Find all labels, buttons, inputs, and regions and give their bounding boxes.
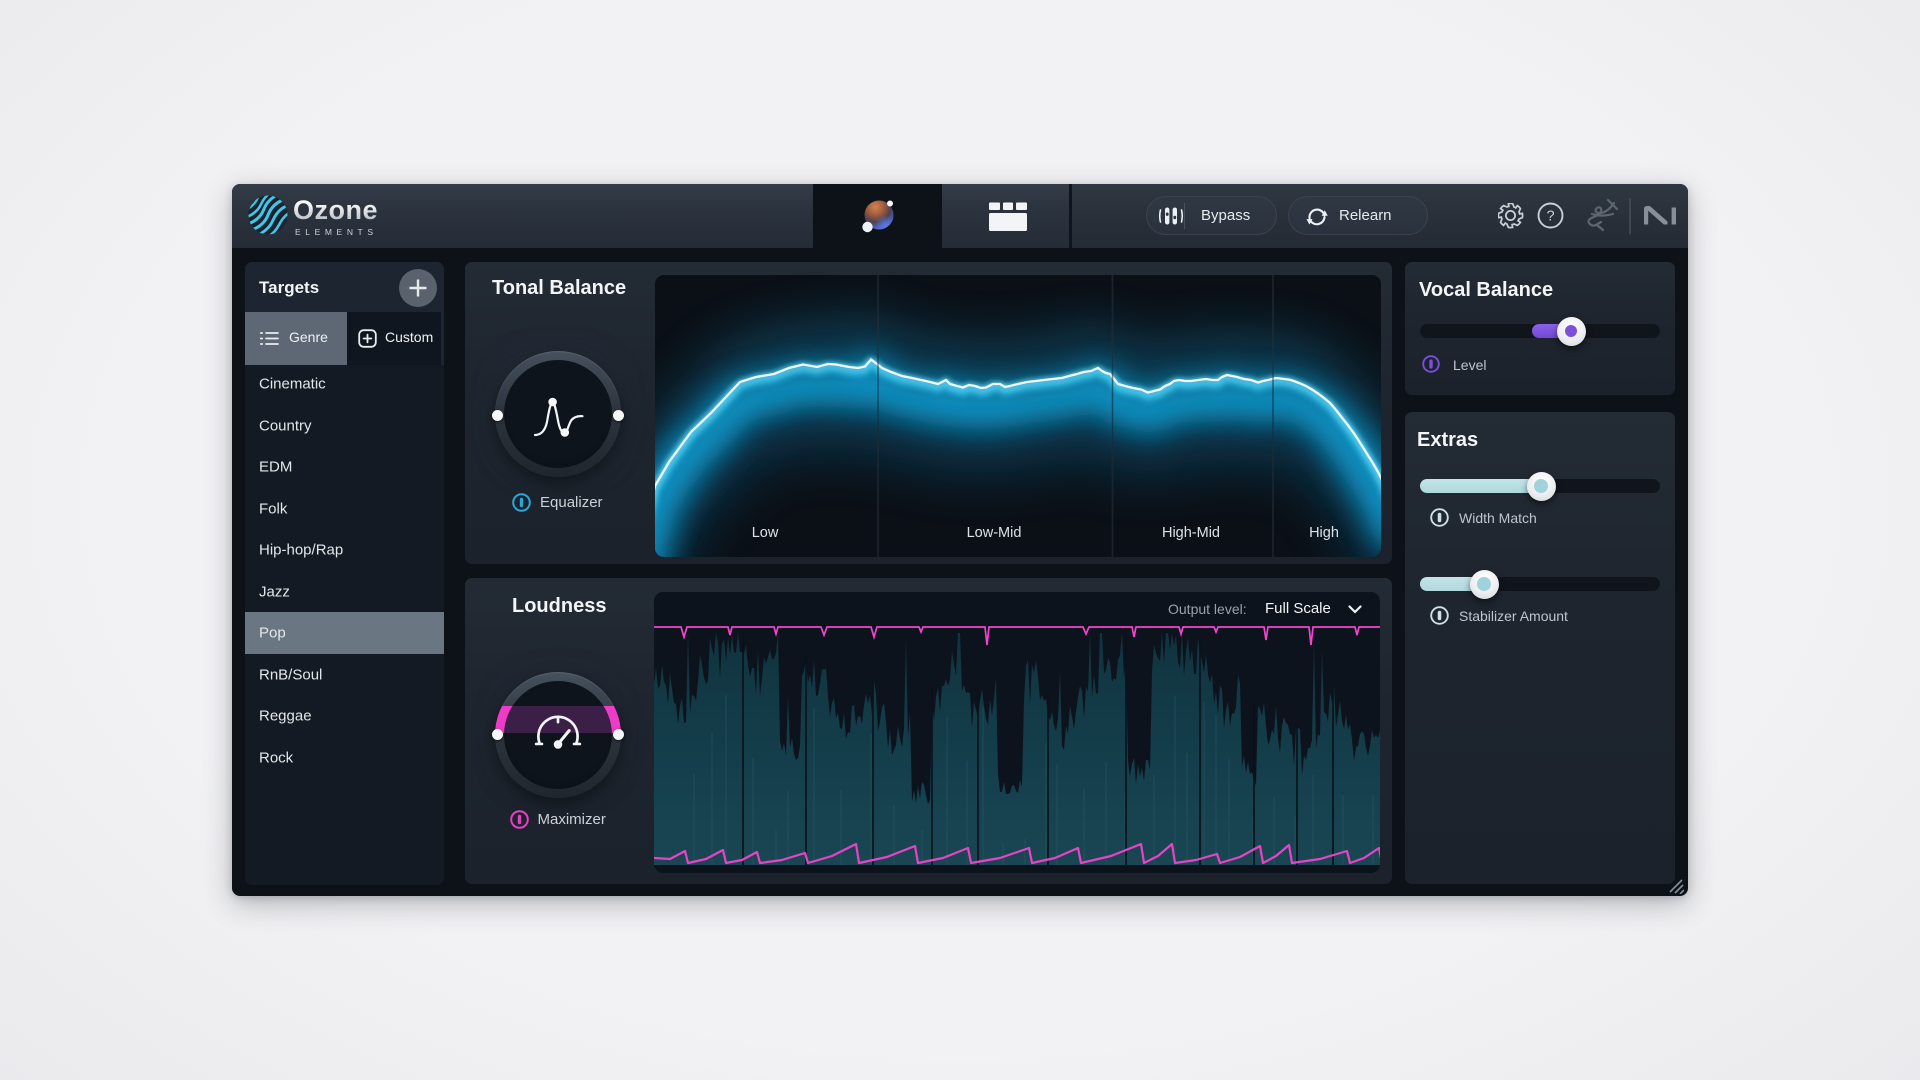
svg-text:Low-Mid: Low-Mid <box>967 525 1022 541</box>
svg-text:Low: Low <box>752 525 779 541</box>
svg-text:High: High <box>1309 525 1339 541</box>
svg-text:High-Mid: High-Mid <box>1162 525 1220 541</box>
svg-text:?: ? <box>1546 209 1554 225</box>
